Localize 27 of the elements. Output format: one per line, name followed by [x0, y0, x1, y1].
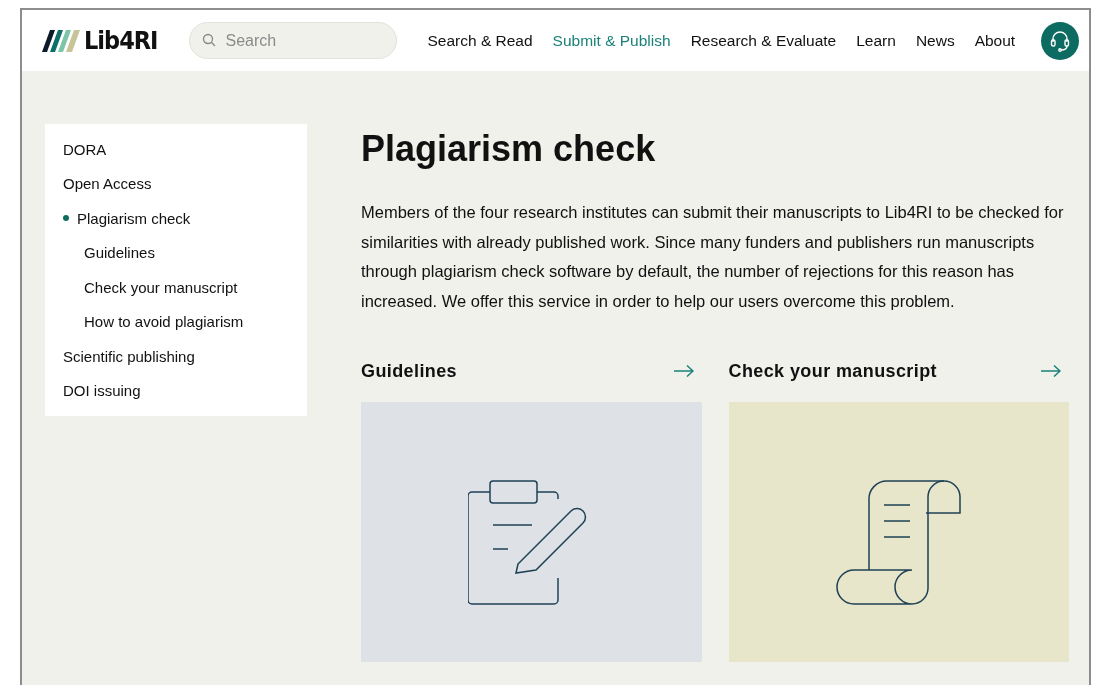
logo-stripes-icon [42, 29, 82, 52]
sidebar-link[interactable]: Open Access [45, 166, 307, 201]
scroll-icon [835, 480, 962, 607]
sidebar-link[interactable]: DOI issuing [45, 373, 307, 408]
nav-link[interactable]: Research & Evaluate [690, 31, 837, 50]
nav-link[interactable]: Search & Read [427, 31, 533, 50]
nav-link[interactable]: Learn [856, 31, 896, 50]
sidebar-link[interactable]: Check your manuscript [45, 270, 307, 305]
card-title-link[interactable]: Check your manuscript [728, 356, 1069, 386]
intro-paragraph: Members of the four research institutes can submit their manuscripts to Lib4RI to be checked for similarities with already published work. Since many funders and publishers run manuscripts through plagiarism check software by default, the number of rejections for this reason has increased. We offer this service in order to help our users overcome this problem. [361, 202, 1065, 312]
headset-icon [1050, 29, 1070, 52]
sidebar-link[interactable]: Guidelines [45, 235, 307, 270]
sidebar-link[interactable]: DORA [45, 132, 307, 167]
nav-link[interactable]: Submit & Publish [552, 31, 671, 50]
sidebar-link[interactable]: How to avoid plagiarism [45, 304, 307, 339]
page-title: Plagiarism check [361, 129, 657, 169]
nav-link[interactable]: About [974, 31, 1016, 50]
arrow-right-icon [673, 365, 694, 377]
nav-link[interactable]: News [915, 31, 955, 50]
support-button[interactable] [1041, 21, 1079, 60]
logo-text: Lib4RI [84, 26, 158, 55]
arrow-right-icon [1041, 365, 1061, 377]
card-title-link[interactable]: Guidelines [361, 356, 702, 386]
search-field[interactable]: Search [189, 22, 398, 59]
lib4ri-logo[interactable]: Lib4RI [42, 26, 158, 55]
sidebar-link[interactable]: Scientific publishing [45, 339, 307, 374]
sidebar-link[interactable]: Plagiarism check [45, 201, 307, 236]
